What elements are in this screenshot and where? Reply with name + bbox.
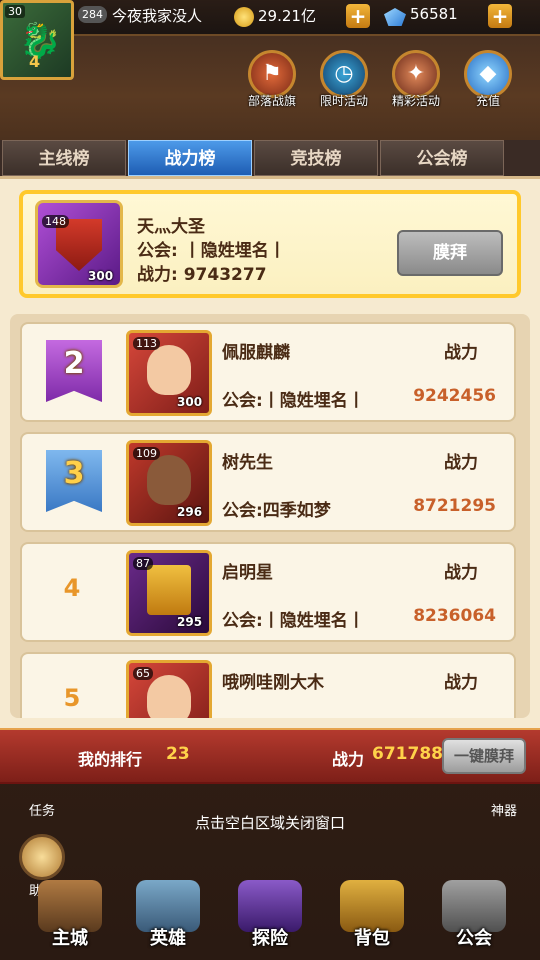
player-avatar[interactable]: 30 🐉 4 [0,0,74,80]
top-bar: 284 今夜我家没人 29.21亿 + 56581 + [0,0,540,36]
first-place-card: 148 300 天灬大圣 公会: 丨隐姓埋名丨 战力: 9743277 膜拜 [19,190,521,298]
guild-name: 公会:丨隐姓埋名丨 [222,391,365,411]
nav-heroes[interactable]: 英雄 [120,880,216,960]
vip-level: 4 [29,52,41,71]
tab-guild[interactable]: 公会榜 [380,140,504,176]
player-name: 哦咧哇刚大木 [222,673,324,693]
nav-main-city[interactable]: 主城 [22,880,118,960]
guild-name: 公会:四季如梦 [222,501,331,521]
bell-icon: ✦ [392,50,440,98]
ranking-list[interactable]: 2 113 300 佩服麒麟 战力 公会:丨隐姓埋名丨 9242456 3 10… [10,314,530,718]
task-button[interactable]: 任务 [12,800,72,819]
artifact-button[interactable]: 神器 [474,800,534,819]
power-value: 9242456 [413,386,496,406]
first-place-power: 战力: 9743277 [137,265,267,285]
tribe-flag-activity[interactable]: ⚑ 部落战旗 [240,50,304,109]
player-name: 佩服麒麟 [222,343,290,363]
list-item: 2 113 300 佩服麒麟 战力 公会:丨隐姓埋名丨 9242456 [20,322,516,422]
first-place-guild: 公会: 丨隐姓埋名丨 [137,241,286,261]
first-place-level: 148 [42,215,69,228]
worship-button[interactable]: 膜拜 [397,230,503,276]
flag-icon: ⚑ [248,50,296,98]
power-label: 战力 [444,453,478,473]
power-value: 8236064 [413,606,496,626]
energy-badge: 284 [78,6,107,23]
first-place-name: 天灬大圣 [137,217,205,237]
list-item: 4 87 295 启明星 战力 公会:丨隐姓埋名丨 8236064 [20,542,516,642]
my-power-label: 战力 [332,750,365,769]
player-name: 启明星 [222,563,273,583]
tab-power[interactable]: 战力榜 [128,140,252,176]
my-rank-value: 23 [166,744,190,764]
worship-all-button[interactable]: 一键膜拜 [442,738,526,774]
my-rank-label: 我的排行 [78,750,143,769]
add-gold-button[interactable]: + [346,4,370,28]
nav-adventure[interactable]: 探险 [222,880,318,960]
player-name: 树先生 [222,453,273,473]
limited-time-activity[interactable]: ◷ 限时活动 [312,50,376,109]
clock-icon: ◷ [320,50,368,98]
list-item: 3 109 296 树先生 战力 公会:四季如梦 8721295 [20,432,516,532]
rank-badge: 3 [46,450,102,512]
gift-icon [19,834,65,880]
recharge-activity[interactable]: ◆ 充值 [456,50,520,109]
hero-portrait: 87 295 [126,550,212,636]
gem-amount: 56581 [410,5,458,23]
rank-number: 5 [63,684,81,712]
list-item: 5 65 哦咧哇刚大木 战力 [20,652,516,718]
guild-name: 公会:丨隐姓埋名丨 [222,611,365,631]
power-label: 战力 [444,673,478,693]
first-place-power-badge: 300 [88,269,114,283]
power-label: 战力 [444,563,478,583]
nav-backpack[interactable]: 背包 [324,880,420,960]
rank-badge: 2 [46,340,102,402]
hero-portrait: 113 300 [126,330,212,416]
player-name: 今夜我家没人 [112,7,203,25]
bottom-nav: 主城 英雄 探险 背包 公会 [0,880,540,960]
hero-portrait: 65 [126,660,212,718]
rank-number: 4 [63,574,81,602]
gold-coin-icon [234,7,254,27]
power-label: 战力 [444,343,478,363]
exciting-activity[interactable]: ✦ 精彩活动 [384,50,448,109]
tab-arena[interactable]: 竞技榜 [254,140,378,176]
diamond-icon: ◆ [464,50,512,98]
player-level: 30 [5,5,25,18]
hero-portrait: 109 296 [126,440,212,526]
gem-icon [384,8,406,26]
power-value: 8721295 [413,496,496,516]
gold-amount: 29.21亿 [258,7,316,25]
ranking-tabs: 主线榜 战力榜 竞技榜 公会榜 [0,140,540,178]
my-rank-bar: 我的排行 23 战力 6717881 一键膜拜 [0,728,540,784]
close-hint[interactable]: 点击空白区域关闭窗口 [0,812,540,833]
nav-guild[interactable]: 公会 [426,880,522,960]
dragon-icon: 🐉 [19,21,62,61]
add-gem-button[interactable]: + [488,4,512,28]
first-place-emblem: 148 300 [35,200,123,288]
tab-mainline[interactable]: 主线榜 [2,140,126,176]
